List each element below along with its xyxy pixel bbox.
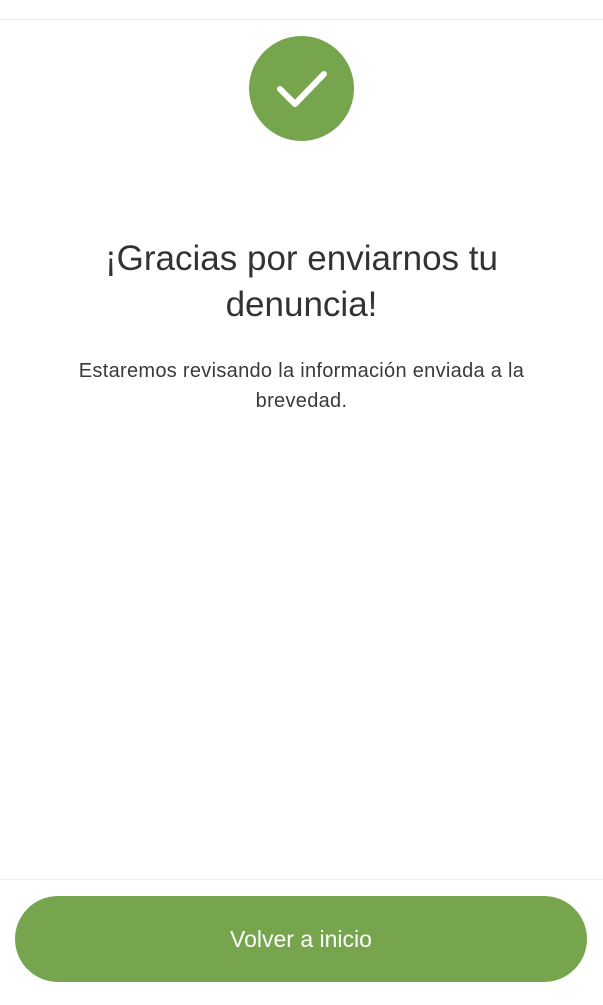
confirmation-screen: ¡Gracias por enviarnos tu denuncia! Esta… xyxy=(0,0,603,1005)
confirmation-message: Estaremos revisando la información envia… xyxy=(78,360,525,412)
confirmation-title: ¡Gracias por enviarnos tu denuncia! xyxy=(105,239,498,324)
success-badge xyxy=(249,36,354,141)
top-divider xyxy=(0,19,603,20)
back-to-home-button[interactable]: Volver a inicio xyxy=(15,896,587,982)
checkmark-icon xyxy=(276,70,327,107)
